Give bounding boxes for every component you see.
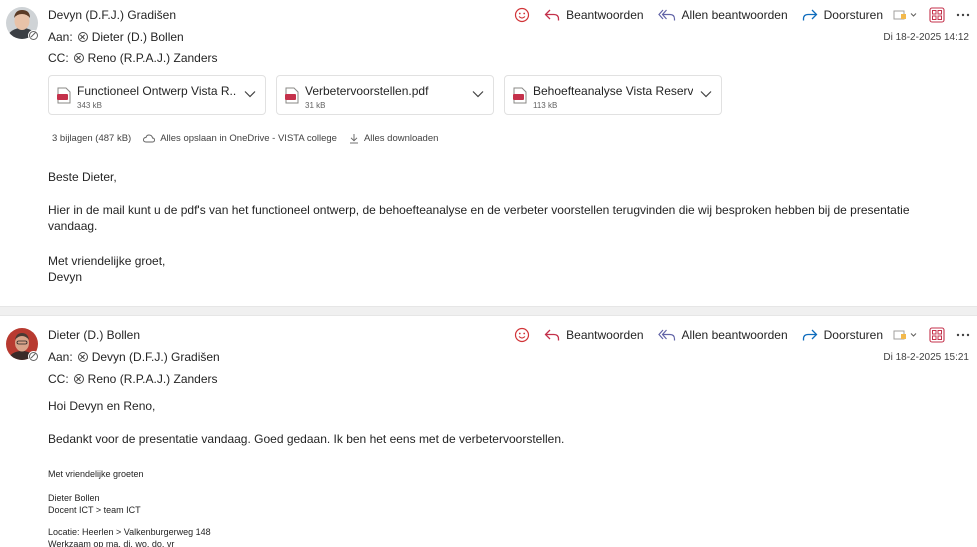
cc-label: CC: <box>48 372 69 386</box>
sender-name[interactable]: Devyn (D.F.J.) Gradišen <box>48 8 176 22</box>
signature-workdays: Werkzaam op ma. di. wo. do. vr <box>48 539 175 547</box>
addins-button[interactable] <box>929 327 945 343</box>
attachment-list: Functioneel Ontwerp Vista R... 343 kB Ve… <box>48 75 732 115</box>
save-all-onedrive-button[interactable]: Alles opslaan in OneDrive - VISTA colleg… <box>143 133 337 144</box>
apps-dropdown-icon <box>893 330 917 340</box>
cc-recipient[interactable]: Reno (R.P.A.J.) Zanders <box>88 372 218 386</box>
presence-offline-icon <box>28 30 39 41</box>
reply-all-arrow-icon <box>657 9 675 21</box>
attachment-size: 343 kB <box>77 101 102 110</box>
reply-button[interactable]: Beantwoorden <box>544 8 644 22</box>
email-greeting: Beste Dieter, <box>48 170 117 184</box>
download-all-button[interactable]: Alles downloaden <box>349 133 438 144</box>
sent-date: Di 18-2-2025 14:12 <box>883 32 969 43</box>
attachment-bar: 3 bijlagen (487 kB) Alles opslaan in One… <box>52 133 450 144</box>
download-icon <box>349 134 358 144</box>
reply-arrow-icon <box>544 329 560 341</box>
email-message-1: Devyn (D.F.J.) Gradišen Aan: Dieter (D.)… <box>0 0 977 306</box>
apps-dropdown-icon <box>893 10 917 20</box>
attachment-count: 3 bijlagen (487 kB) <box>52 133 132 144</box>
forward-arrow-icon <box>802 9 818 21</box>
more-dots-icon <box>956 333 970 337</box>
email-greeting: Hoi Devyn en Reno, <box>48 399 156 413</box>
attachment-name: Functioneel Ontwerp Vista R... <box>77 84 237 98</box>
attachment-item[interactable]: Verbetervoorstellen.pdf 31 kB <box>276 75 494 115</box>
email-signature: Devyn <box>48 270 83 284</box>
presence-offline-icon <box>77 32 88 42</box>
apps-dropdown-button[interactable] <box>893 328 919 342</box>
grid-icon <box>929 7 945 23</box>
reply-button[interactable]: Beantwoorden <box>544 328 644 342</box>
to-recipient[interactable]: Devyn (D.F.J.) Gradišen <box>92 350 220 364</box>
more-dots-icon <box>956 13 970 17</box>
presence-offline-icon <box>28 351 39 362</box>
forward-arrow-icon <box>802 329 818 341</box>
cc-recipient[interactable]: Reno (R.P.A.J.) Zanders <box>88 51 218 65</box>
reply-all-button[interactable]: Allen beantwoorden <box>657 8 788 22</box>
chevron-down-icon <box>244 91 256 98</box>
chevron-down-icon <box>700 91 712 98</box>
email-paragraph: Bedankt voor de presentatie vandaag. Goe… <box>48 432 565 446</box>
to-recipient[interactable]: Dieter (D.) Bollen <box>92 30 184 44</box>
signature-role: Docent ICT > team ICT <box>48 505 141 515</box>
attachment-size: 31 kB <box>305 101 326 110</box>
sender-name[interactable]: Dieter (D.) Bollen <box>48 328 140 342</box>
emoji-reaction-button[interactable] <box>514 7 530 23</box>
reply-all-button[interactable]: Allen beantwoorden <box>657 328 788 342</box>
smiley-icon <box>515 7 530 23</box>
attachment-name: Behoefteanalyse Vista Reserv... <box>533 84 693 98</box>
presence-offline-icon <box>77 352 88 362</box>
to-line: Aan: Devyn (D.F.J.) Gradišen <box>48 350 220 364</box>
smiley-icon <box>515 327 530 343</box>
signature-location: Locatie: Heerlen > Valkenburgerweg 148 <box>48 527 211 537</box>
pdf-file-icon <box>57 87 71 104</box>
message-actions: Beantwoorden Allen beantwoorden Doorstur… <box>514 4 971 26</box>
reply-all-arrow-icon <box>657 329 675 341</box>
to-label: Aan: <box>48 30 73 44</box>
cloud-icon <box>143 134 156 143</box>
cc-label: CC: <box>48 51 69 65</box>
reply-arrow-icon <box>544 9 560 21</box>
presence-offline-icon <box>73 374 84 384</box>
cc-line: CC: Reno (R.P.A.J.) Zanders <box>48 372 218 386</box>
email-message-2: Dieter (D.) Bollen Aan: Devyn (D.F.J.) G… <box>0 316 977 547</box>
attachment-item[interactable]: Behoefteanalyse Vista Reserv... 113 kB <box>504 75 722 115</box>
to-label: Aan: <box>48 350 73 364</box>
more-options-button[interactable] <box>955 332 971 338</box>
pdf-file-icon <box>513 87 527 104</box>
message-actions: Beantwoorden Allen beantwoorden Doorstur… <box>514 324 971 346</box>
more-options-button[interactable] <box>955 12 971 18</box>
forward-button[interactable]: Doorsturen <box>802 328 883 342</box>
attachment-name: Verbetervoorstellen.pdf <box>305 84 429 98</box>
to-line: Aan: Dieter (D.) Bollen <box>48 30 184 44</box>
apps-dropdown-button[interactable] <box>893 8 919 22</box>
emoji-reaction-button[interactable] <box>514 327 530 343</box>
sent-date: Di 18-2-2025 15:21 <box>883 352 969 363</box>
cc-line: CC: Reno (R.P.A.J.) Zanders <box>48 51 218 65</box>
attachment-item[interactable]: Functioneel Ontwerp Vista R... 343 kB <box>48 75 266 115</box>
presence-offline-icon <box>73 53 84 63</box>
addins-button[interactable] <box>929 7 945 23</box>
pdf-file-icon <box>285 87 299 104</box>
forward-button[interactable]: Doorsturen <box>802 8 883 22</box>
email-closing: Met vriendelijke groeten <box>48 469 144 479</box>
signature-name: Dieter Bollen <box>48 493 100 503</box>
attachment-size: 113 kB <box>533 101 558 110</box>
email-paragraph: Hier in de mail kunt u de pdf's van het … <box>48 203 910 233</box>
grid-icon <box>929 327 945 343</box>
message-separator <box>0 306 977 316</box>
email-closing: Met vriendelijke groet, <box>48 254 166 268</box>
chevron-down-icon <box>472 91 484 98</box>
